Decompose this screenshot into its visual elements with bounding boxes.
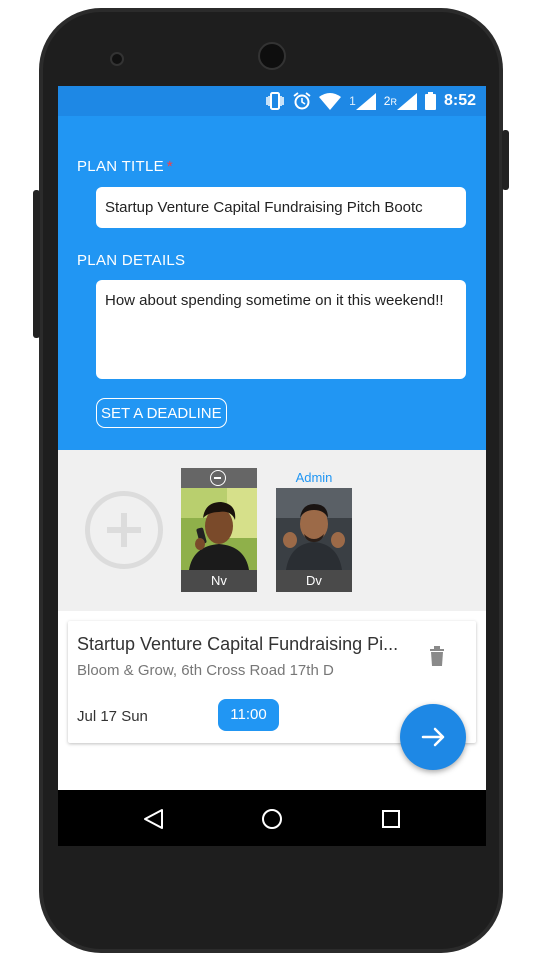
admin-badge: Admin: [295, 470, 333, 485]
member-card[interactable]: Nv: [181, 468, 257, 592]
power-button: [502, 130, 509, 190]
plan-card-date[interactable]: Jul 17 Sun: [77, 708, 148, 725]
plan-title-input[interactable]: Startup Venture Capital Fundraising Pitc…: [96, 187, 466, 228]
plan-title-label-text: PLAN TITLE: [77, 158, 164, 175]
clock: 8:52: [443, 92, 476, 109]
battery-icon: [424, 92, 436, 110]
back-icon[interactable]: [142, 807, 166, 831]
navigation-bar: [58, 790, 486, 846]
signal-icon: [396, 92, 417, 110]
avatar: [276, 488, 352, 570]
plan-title-label: PLAN TITLE *: [77, 158, 173, 175]
remove-member-icon[interactable]: [210, 470, 226, 486]
sim2-label: 2: [383, 94, 391, 108]
plan-details-input[interactable]: How about spending sometime on it this w…: [96, 280, 466, 379]
member-card[interactable]: Admin Dv: [276, 470, 352, 592]
signal-icon: [355, 92, 376, 110]
next-button[interactable]: [400, 704, 466, 770]
plan-card-title: Startup Venture Capital Fundraising Pi..…: [77, 634, 399, 654]
volume-button: [33, 190, 40, 338]
home-icon[interactable]: [260, 807, 284, 831]
member-name: Dv: [276, 570, 352, 592]
plan-details-label: PLAN DETAILS: [77, 252, 186, 269]
set-deadline-button[interactable]: SET A DEADLINE: [96, 398, 227, 428]
sim1-label: 1: [349, 94, 356, 108]
wifi-icon: [319, 92, 342, 110]
members-section: Nv Admin Dv: [58, 450, 486, 611]
alarm-icon: [293, 92, 311, 110]
screen: 1 2 R 8:52 PLAN TITLE * Startup Venture C…: [58, 86, 486, 846]
plan-form: PLAN TITLE * Startup Venture Capital Fund…: [58, 116, 486, 450]
arrow-right-icon: [421, 727, 445, 747]
member-name: Nv: [181, 570, 257, 592]
status-bar: 1 2 R 8:52: [58, 86, 486, 116]
required-mark: *: [166, 158, 174, 175]
plan-card-location: Bloom & Grow, 6th Cross Road 17th D: [77, 662, 334, 679]
delete-icon[interactable]: [429, 646, 445, 666]
avatar: [181, 488, 257, 570]
earpiece-speaker: [258, 42, 286, 70]
vibrate-icon: [266, 92, 284, 110]
front-camera: [110, 52, 124, 66]
remove-member-button[interactable]: [181, 468, 257, 488]
plan-card-time[interactable]: 11:00: [218, 699, 279, 731]
add-member-icon[interactable]: [85, 491, 163, 569]
recents-icon[interactable]: [379, 807, 403, 831]
